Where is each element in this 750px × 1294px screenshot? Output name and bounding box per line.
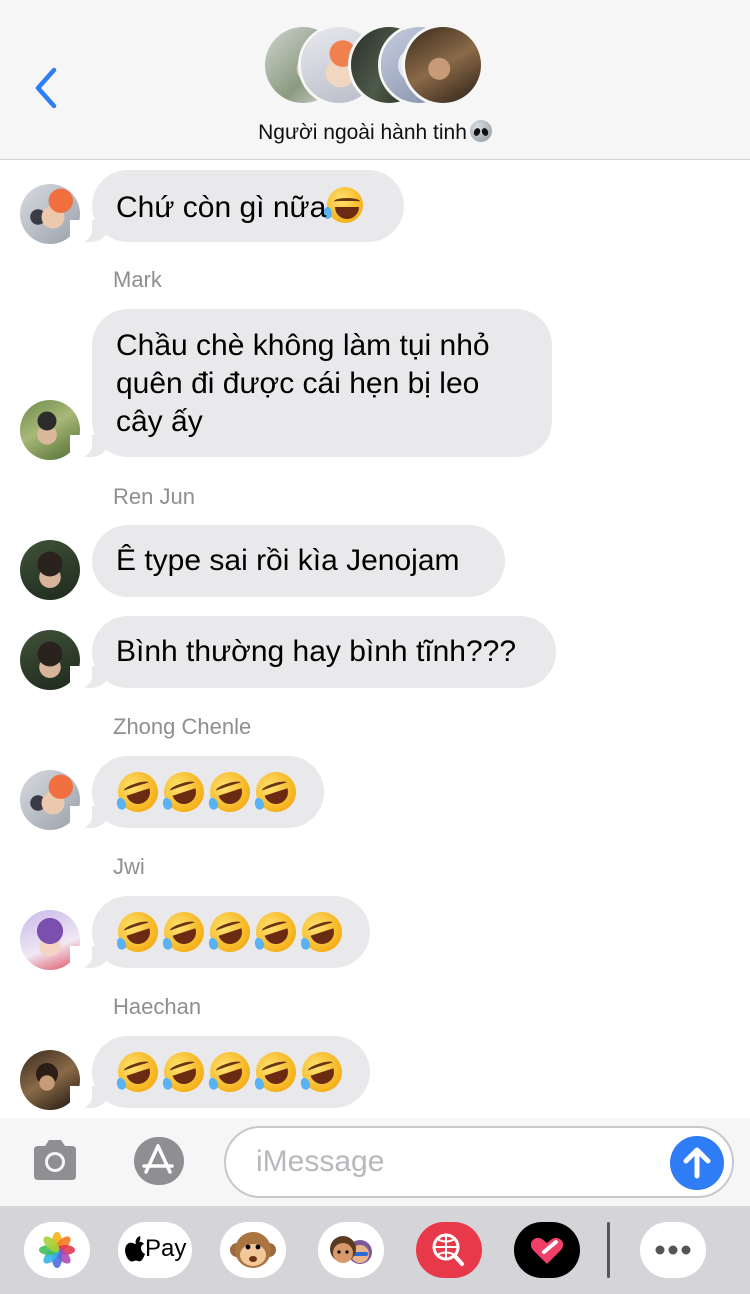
camera-icon bbox=[34, 1140, 76, 1180]
drawer-divider bbox=[607, 1222, 610, 1278]
message-bubble[interactable]: Chứ còn gì nữa bbox=[70, 170, 404, 242]
message-input-field[interactable] bbox=[224, 1126, 734, 1198]
sender-name: Zhong Chenle bbox=[113, 714, 252, 739]
message-bubble[interactable]: Bình thường hay bình tĩnh??? bbox=[70, 616, 556, 688]
rolling-on-the-floor-laughing-icon bbox=[204, 906, 256, 958]
memoji-icon bbox=[330, 1236, 372, 1264]
app-photos[interactable] bbox=[24, 1222, 90, 1278]
rolling-on-the-floor-laughing-icon bbox=[296, 1046, 348, 1098]
sender-name: Ren Jun bbox=[113, 484, 195, 509]
app-more[interactable] bbox=[640, 1222, 706, 1278]
message-text-line: quên đi được cái hẹn bị leo bbox=[116, 367, 480, 400]
rolling-on-the-floor-laughing-icon bbox=[158, 766, 210, 818]
app-memoji[interactable] bbox=[318, 1222, 384, 1278]
conversation-header: Người ngoài hành tinh bbox=[0, 0, 750, 160]
app-store-button[interactable] bbox=[127, 1136, 189, 1186]
app-apple-pay[interactable]: Pay bbox=[118, 1222, 192, 1278]
globe-search-icon bbox=[432, 1233, 464, 1266]
face-with-tears-of-joy-icon bbox=[323, 187, 364, 223]
app-image-search[interactable] bbox=[416, 1222, 482, 1278]
message-bubble[interactable] bbox=[70, 896, 370, 968]
imessage-input[interactable] bbox=[256, 1142, 656, 1182]
rolling-on-the-floor-laughing-icon bbox=[250, 766, 302, 818]
rolling-on-the-floor-laughing-icon bbox=[112, 906, 164, 958]
arrow-up-icon bbox=[683, 1147, 711, 1179]
sender-name: Haechan bbox=[113, 994, 202, 1019]
rolling-on-the-floor-laughing-icon bbox=[204, 766, 256, 818]
group-name: Người ngoài hành tinh bbox=[258, 121, 467, 144]
message-text: Bình thường hay bình tĩnh??? bbox=[116, 635, 517, 668]
avatar[interactable] bbox=[20, 540, 80, 600]
message-text: Chứ còn gì nữa bbox=[116, 191, 327, 224]
heart-touch-icon bbox=[530, 1237, 564, 1264]
apple-icon bbox=[125, 1236, 145, 1262]
message-text-line: cây ấy bbox=[116, 405, 203, 438]
rolling-on-the-floor-laughing-icon bbox=[250, 906, 302, 958]
apple-pay-label: Pay bbox=[145, 1235, 187, 1262]
message-bubble[interactable]: Ê type sai rồi kìa Jenojam bbox=[92, 525, 505, 597]
message-bubble[interactable]: Chầu chè không làm tụi nhỏ quên đi được … bbox=[70, 309, 552, 457]
app-store-icon bbox=[134, 1137, 184, 1185]
sender-name: Mark bbox=[113, 267, 162, 292]
sender-name: Jwi bbox=[113, 854, 145, 879]
rolling-on-the-floor-laughing-icon bbox=[112, 766, 164, 818]
rolling-on-the-floor-laughing-icon bbox=[158, 906, 210, 958]
alien-icon bbox=[469, 120, 492, 142]
message-bubble[interactable] bbox=[70, 1036, 370, 1108]
app-digital-touch[interactable] bbox=[514, 1222, 580, 1278]
message-text-line: Chầu chè không làm tụi nhỏ bbox=[116, 329, 490, 362]
message-text: Ê type sai rồi kìa Jenojam bbox=[116, 544, 460, 577]
send-button[interactable] bbox=[670, 1136, 724, 1190]
emoji-row bbox=[112, 766, 302, 818]
ellipsis-icon bbox=[655, 1245, 691, 1255]
emoji-row bbox=[112, 1046, 348, 1098]
emoji-row bbox=[112, 906, 348, 958]
camera-button[interactable] bbox=[30, 1136, 80, 1184]
chevron-left-icon bbox=[35, 67, 57, 109]
monkey-icon bbox=[230, 1232, 276, 1268]
rolling-on-the-floor-laughing-icon bbox=[296, 906, 348, 958]
back-button[interactable] bbox=[28, 66, 68, 110]
rolling-on-the-floor-laughing-icon bbox=[250, 1046, 302, 1098]
message-bubble[interactable] bbox=[70, 756, 324, 828]
app-animoji[interactable] bbox=[220, 1222, 286, 1278]
rolling-on-the-floor-laughing-icon bbox=[204, 1046, 256, 1098]
group-member-avatar bbox=[402, 24, 484, 106]
group-avatar-stack[interactable] bbox=[262, 24, 488, 108]
rolling-on-the-floor-laughing-icon bbox=[112, 1046, 164, 1098]
rolling-on-the-floor-laughing-icon bbox=[158, 1046, 210, 1098]
group-title[interactable]: Người ngoài hành tinh bbox=[0, 120, 750, 145]
photos-icon bbox=[39, 1232, 75, 1268]
